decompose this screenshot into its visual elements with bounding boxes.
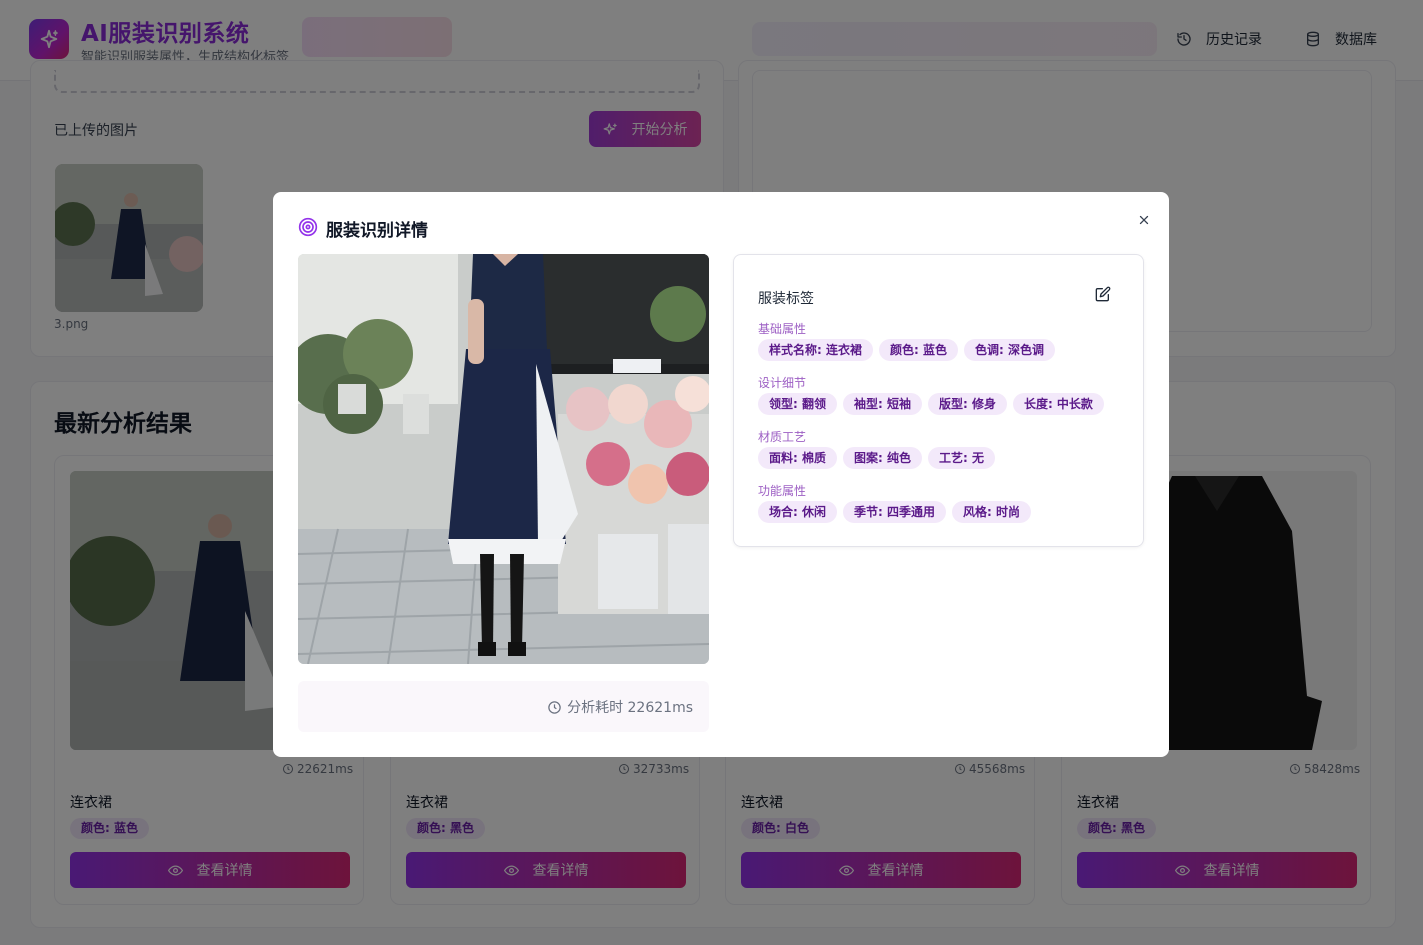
analysis-time: 分析耗时 22621ms [547, 697, 693, 717]
tag-group-material: 面料: 棉质 图案: 纯色 工艺: 无 [758, 447, 995, 469]
close-icon [1139, 215, 1149, 225]
edit-icon [1095, 286, 1111, 302]
tag-group-label: 设计细节 [758, 376, 807, 390]
tag-chip: 长度: 中长款 [1012, 393, 1104, 415]
tag-chip: 风格: 时尚 [951, 501, 1031, 523]
close-button[interactable] [1133, 209, 1155, 231]
tag-group-basic: 样式名称: 连衣裙 颜色: 蓝色 色调: 深色调 [758, 339, 1055, 361]
tag-chip: 领型: 翻领 [758, 393, 837, 415]
edit-tags-button[interactable] [1095, 286, 1111, 306]
tag-chip: 版型: 修身 [927, 393, 1007, 415]
clock-icon [548, 700, 561, 714]
tag-chip: 工艺: 无 [927, 447, 995, 469]
tag-chip: 图案: 纯色 [842, 447, 922, 469]
garment-photo [298, 254, 709, 664]
target-icon [298, 217, 318, 237]
tag-chip: 季节: 四季通用 [842, 501, 946, 523]
tag-chip: 色调: 深色调 [963, 339, 1055, 361]
modal-title: 服装识别详情 [326, 221, 428, 241]
analysis-time-box: 分析耗时 22621ms [298, 681, 709, 732]
tag-chip: 袖型: 短袖 [842, 393, 922, 415]
tag-chip: 样式名称: 连衣裙 [758, 339, 873, 361]
tag-group-label: 基础属性 [758, 322, 807, 336]
tag-group-label: 材质工艺 [758, 430, 807, 444]
tag-group-function: 场合: 休闲 季节: 四季通用 风格: 时尚 [758, 501, 1031, 523]
tags-title: 服装标签 [758, 291, 814, 307]
detail-modal: 服装识别详情 分析耗时 22621ms 服装标签 基础属性 样式名称: 连衣裙 … [273, 192, 1169, 757]
garment-tags-card: 服装标签 基础属性 样式名称: 连衣裙 颜色: 蓝色 色调: 深色调 设计细节 … [733, 254, 1144, 547]
tag-group-design: 领型: 翻领 袖型: 短袖 版型: 修身 长度: 中长款 [758, 393, 1104, 415]
tag-group-label: 功能属性 [758, 484, 807, 498]
tag-chip: 场合: 休闲 [758, 501, 837, 523]
tag-chip: 面料: 棉质 [758, 447, 837, 469]
tag-chip: 颜色: 蓝色 [878, 339, 958, 361]
